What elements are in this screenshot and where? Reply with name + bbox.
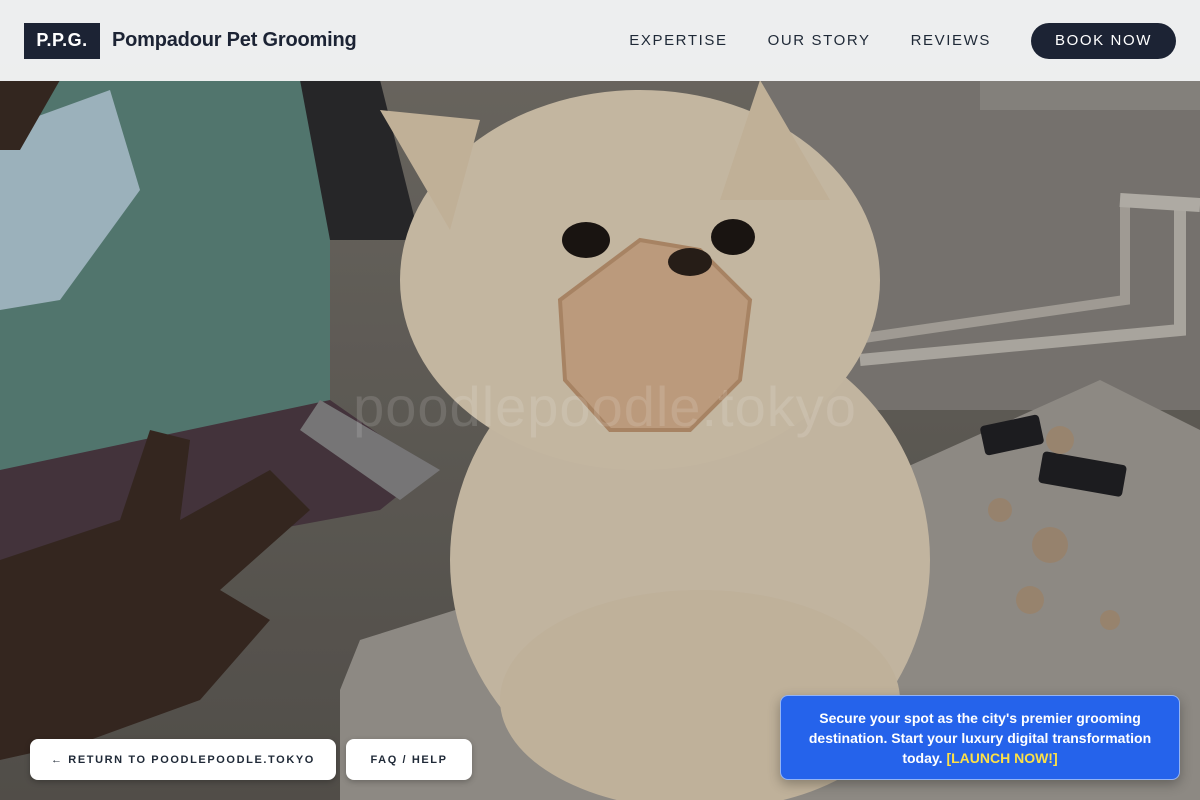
brand-name[interactable]: Pompadour Pet Grooming [112,29,357,52]
promo-banner: Secure your spot as the city's premier g… [780,695,1180,780]
book-now-button[interactable]: BOOK NOW [1031,22,1176,59]
nav-link-expertise[interactable]: EXPERTISE [629,32,727,49]
nav-link-our-story[interactable]: OUR STORY [768,32,871,49]
faq-help-button[interactable]: FAQ / HELP [346,739,472,780]
watermark-text: poodlepoodle.tokyo [353,375,857,438]
nav-link-reviews[interactable]: REVIEWS [911,32,991,49]
logo[interactable]: P.P.G. [24,22,100,59]
return-to-site-button[interactable]: ← RETURN TO POODLEPOODLE.TOKYO [30,739,336,780]
site-header: P.P.G. Pompadour Pet Grooming EXPERTISE … [0,0,1200,81]
hero-photo: poodlepoodle.tokyo [0,0,1200,800]
main-nav: EXPERTISE OUR STORY REVIEWS BOOK NOW [589,22,1176,59]
launch-now-link[interactable]: [LAUNCH NOW!] [946,750,1057,766]
promo-text: Secure your spot as the city's premier g… [805,708,1155,768]
